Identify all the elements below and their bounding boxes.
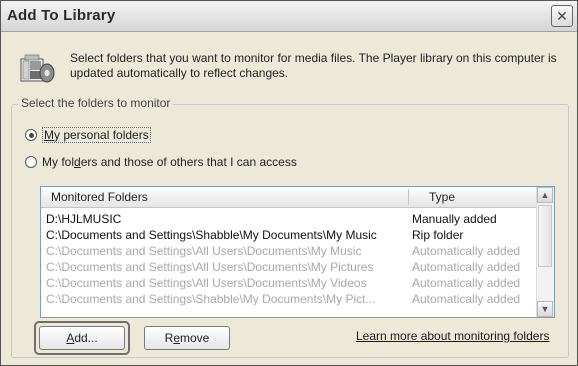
groupbox-legend: Select the folders to monitor: [18, 96, 174, 110]
monitored-folders-list[interactable]: Monitored Folders Type D:\HJLMUSIC Manua…: [40, 186, 555, 318]
table-row[interactable]: C:\Documents and Settings\Shabble\My Doc…: [41, 227, 536, 243]
folder-type: Automatically added: [412, 292, 521, 306]
media-library-icon: [20, 54, 55, 83]
table-row[interactable]: C:\Documents and Settings\All Users\Docu…: [41, 275, 536, 291]
folder-type: Automatically added: [412, 260, 521, 274]
remove-button[interactable]: Re move: [144, 326, 230, 350]
add-button[interactable]: Add...: [39, 326, 125, 350]
scroll-up-button[interactable]: ▲: [537, 187, 553, 203]
folder-path: C:\Documents and Settings\All Users\Docu…: [46, 244, 362, 258]
folder-path: D:\HJLMUSIC: [46, 212, 122, 226]
folder-type: Automatically added: [412, 244, 521, 258]
column-header-monitored-folders[interactable]: Monitored Folders: [51, 190, 148, 204]
radio-my-personal-folders[interactable]: My personal folders: [25, 127, 151, 143]
folder-path: C:\Documents and Settings\All Users\Docu…: [46, 276, 367, 290]
dialog-title: Add To Library: [7, 7, 116, 24]
column-header-type[interactable]: Type: [429, 190, 455, 204]
folder-path: C:\Documents and Settings\Shabble\My Doc…: [46, 292, 376, 306]
chevron-up-icon: ▲: [540, 190, 550, 200]
table-row[interactable]: C:\Documents and Settings\All Users\Docu…: [41, 259, 536, 275]
folder-path: C:\Documents and Settings\Shabble\My Doc…: [46, 228, 377, 242]
radio-personal-and-others-folders[interactable]: My folders and those of others that I ca…: [25, 155, 297, 169]
scroll-down-button[interactable]: ▼: [537, 301, 553, 317]
scroll-thumb[interactable]: [538, 205, 552, 267]
intro-text: Select folders that you want to monitor …: [70, 51, 557, 80]
close-button[interactable]: ✕: [551, 5, 573, 27]
radio-label: My personal folders: [42, 127, 151, 143]
folder-type: Rip folder: [412, 228, 464, 242]
column-divider[interactable]: [408, 189, 409, 205]
chevron-down-icon: ▼: [540, 304, 550, 314]
folder-type: Automatically added: [412, 276, 521, 290]
folder-path: C:\Documents and Settings\All Users\Docu…: [46, 260, 374, 274]
radio-unselected-indicator: [25, 156, 37, 168]
list-header: Monitored Folders Type: [41, 187, 536, 208]
table-row[interactable]: D:\HJLMUSIC Manually added: [41, 211, 536, 227]
add-to-library-dialog: Add To Library ✕ Select folders that you…: [0, 0, 578, 366]
table-row[interactable]: C:\Documents and Settings\Shabble\My Doc…: [41, 291, 536, 307]
radio-label: My folders and those of others that I ca…: [42, 155, 297, 169]
table-row[interactable]: C:\Documents and Settings\All Users\Docu…: [41, 243, 536, 259]
list-scrollbar[interactable]: ▲ ▼: [536, 187, 554, 317]
radio-selected-indicator: [25, 129, 37, 141]
title-bar: Add To Library ✕: [1, 1, 577, 32]
folder-type: Manually added: [412, 212, 497, 226]
learn-more-link[interactable]: Learn more about monitoring folders: [356, 329, 549, 343]
close-icon: ✕: [556, 7, 568, 24]
